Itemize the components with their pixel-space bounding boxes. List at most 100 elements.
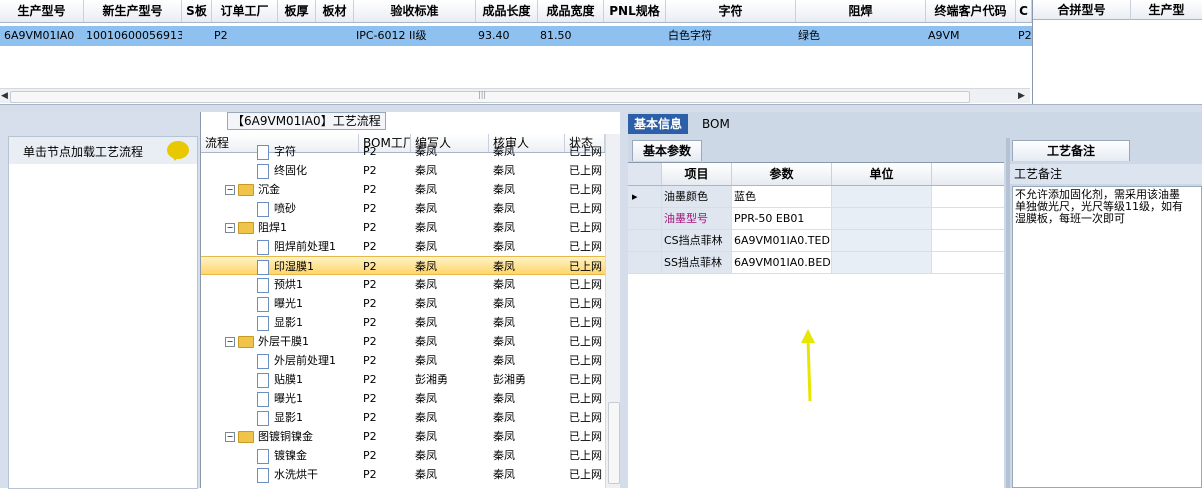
- tree-cell-reviewer[interactable]: 彭湘勇: [493, 370, 565, 389]
- tree-cell-writer[interactable]: 秦凤: [415, 332, 489, 351]
- param-unit[interactable]: [832, 208, 932, 229]
- param-item[interactable]: SS挡点菲林: [662, 252, 732, 273]
- vertical-scrollbar[interactable]: [605, 134, 621, 488]
- col-header[interactable]: 生产型号: [0, 0, 84, 22]
- tree-node-label-cell[interactable]: 贴膜1: [257, 370, 359, 389]
- tree-cell-writer[interactable]: 秦凤: [415, 199, 489, 218]
- tree-node-label-cell[interactable]: 曝光1: [257, 389, 359, 408]
- tree-cell-writer[interactable]: 秦凤: [415, 180, 489, 199]
- param-unit[interactable]: [832, 230, 932, 251]
- tree-node-group[interactable]: − 外层干膜1 P2 秦凤 秦凤 已上网: [201, 332, 605, 351]
- col-header[interactable]: PNL规格: [604, 0, 666, 22]
- tree-cell-reviewer[interactable]: 秦凤: [493, 237, 565, 256]
- param-value[interactable]: 蓝色: [732, 186, 832, 207]
- tree-cell-writer[interactable]: 秦凤: [415, 237, 489, 256]
- tree-node[interactable]: 贴膜1 P2 彭湘勇 彭湘勇 已上网: [201, 370, 605, 389]
- col-header[interactable]: 项目: [662, 163, 732, 185]
- cell[interactable]: [318, 26, 354, 46]
- tree-cell-status[interactable]: 已上网: [569, 465, 605, 484]
- row-header[interactable]: [628, 252, 662, 273]
- tree-node-label-cell[interactable]: − 沉金: [225, 180, 359, 199]
- tree-cell-factory[interactable]: P2: [363, 465, 411, 484]
- tree-node[interactable]: 外层前处理1 P2 秦凤 秦凤 已上网: [201, 351, 605, 370]
- row-header[interactable]: [628, 230, 662, 251]
- tree-cell-reviewer[interactable]: 秦凤: [493, 389, 565, 408]
- tab-bom[interactable]: BOM: [696, 114, 736, 134]
- tree-cell-writer[interactable]: 秦凤: [415, 427, 489, 446]
- tree-node-label-cell[interactable]: 外层前处理1: [257, 351, 359, 370]
- scrollbar-thumb[interactable]: [10, 91, 970, 103]
- cell[interactable]: P2: [1018, 26, 1032, 46]
- tree-node-label-cell[interactable]: 显影1: [257, 313, 359, 332]
- tree-node-label-cell[interactable]: 预烘1: [257, 275, 359, 294]
- tree-cell-factory[interactable]: P2: [363, 389, 411, 408]
- tree-cell-writer[interactable]: 秦凤: [415, 294, 489, 313]
- param-unit[interactable]: [832, 186, 932, 207]
- tree-cell-reviewer[interactable]: 秦凤: [493, 142, 565, 161]
- tree-node[interactable]: 预烘1 P2 秦凤 秦凤 已上网: [201, 275, 605, 294]
- tree-node-group[interactable]: − 沉金 P2 秦凤 秦凤 已上网: [201, 180, 605, 199]
- tree-cell-factory[interactable]: P2: [363, 294, 411, 313]
- cell[interactable]: A9VM: [928, 26, 1016, 46]
- tree-cell-status[interactable]: 已上网: [569, 408, 605, 427]
- collapse-icon[interactable]: −: [225, 432, 235, 442]
- tree-cell-factory[interactable]: P2: [363, 237, 411, 256]
- col-header[interactable]: 板厚: [278, 0, 316, 22]
- param-item[interactable]: CS挡点菲林: [662, 230, 732, 251]
- tree-node[interactable]: 印湿膜1 P2 秦凤 秦凤 已上网: [201, 256, 605, 275]
- tree-cell-status[interactable]: 已上网: [569, 370, 605, 389]
- tree-cell-status[interactable]: 已上网: [569, 332, 605, 351]
- tree-cell-writer[interactable]: 秦凤: [415, 275, 489, 294]
- tree-cell-status[interactable]: 已上网: [569, 294, 605, 313]
- tree-node-label-cell[interactable]: 显影1: [257, 408, 359, 427]
- tree-node[interactable]: 阻焊前处理1 P2 秦凤 秦凤 已上网: [201, 237, 605, 256]
- tree-cell-reviewer[interactable]: 秦凤: [493, 427, 565, 446]
- tree-node[interactable]: 显影1 P2 秦凤 秦凤 已上网: [201, 408, 605, 427]
- scroll-right-icon[interactable]: ▶: [1018, 89, 1025, 103]
- col-header[interactable]: 单位: [832, 163, 932, 185]
- param-item[interactable]: 油墨型号: [662, 208, 732, 229]
- tree-cell-writer[interactable]: 秦凤: [415, 257, 489, 276]
- tree-cell-status[interactable]: 已上网: [569, 199, 605, 218]
- note-textarea[interactable]: 不允许添加固化剂，需采用该油墨单独做光尺，光尺等级11级，如有湿膜板，每班一次即…: [1012, 186, 1202, 488]
- cell[interactable]: 6A9VM01IA0: [4, 26, 84, 46]
- tree-node[interactable]: 终固化 P2 秦凤 秦凤 已上网: [201, 161, 605, 180]
- col-header[interactable]: 字符: [666, 0, 796, 22]
- tree-node-group[interactable]: − 阻焊1 P2 秦凤 秦凤 已上网: [201, 218, 605, 237]
- col-header[interactable]: C: [1016, 0, 1032, 22]
- tree-cell-reviewer[interactable]: 秦凤: [493, 408, 565, 427]
- tree-node-label-cell[interactable]: 印湿膜1: [257, 257, 359, 276]
- tree-cell-status[interactable]: 已上网: [569, 427, 605, 446]
- col-header[interactable]: 成品宽度: [538, 0, 604, 22]
- tree-cell-status[interactable]: 已上网: [569, 351, 605, 370]
- row-header[interactable]: [628, 208, 662, 229]
- tree-cell-reviewer[interactable]: 秦凤: [493, 257, 565, 276]
- col-header[interactable]: 终端客户代码: [926, 0, 1016, 22]
- col-header[interactable]: 成品长度: [476, 0, 538, 22]
- tree-cell-status[interactable]: 已上网: [569, 313, 605, 332]
- tree-cell-factory[interactable]: P2: [363, 351, 411, 370]
- param-unit[interactable]: [832, 252, 932, 273]
- tree-node-label-cell[interactable]: − 图镀铜镍金: [225, 427, 359, 446]
- tree-node-label-cell[interactable]: 曝光1: [257, 294, 359, 313]
- tree-cell-reviewer[interactable]: 秦凤: [493, 199, 565, 218]
- tree-cell-factory[interactable]: P2: [363, 161, 411, 180]
- tree-cell-status[interactable]: 已上网: [569, 446, 605, 465]
- tree-cell-reviewer[interactable]: 秦凤: [493, 180, 565, 199]
- tree-cell-reviewer[interactable]: 秦凤: [493, 446, 565, 465]
- row-header[interactable]: ▸: [628, 186, 662, 207]
- tree-cell-factory[interactable]: P2: [363, 332, 411, 351]
- tree-cell-reviewer[interactable]: 秦凤: [493, 218, 565, 237]
- tree-cell-writer[interactable]: 秦凤: [415, 408, 489, 427]
- tree-cell-factory[interactable]: P2: [363, 370, 411, 389]
- tree-node-label-cell[interactable]: − 阻焊1: [225, 218, 359, 237]
- tree-node[interactable]: 喷砂 P2 秦凤 秦凤 已上网: [201, 199, 605, 218]
- collapse-icon[interactable]: −: [225, 185, 235, 195]
- vertical-splitter[interactable]: [620, 112, 628, 488]
- tree-node-label-cell[interactable]: 终固化: [257, 161, 359, 180]
- tree-cell-factory[interactable]: P2: [363, 446, 411, 465]
- param-value[interactable]: 6A9VM01IA0.BEDH: [732, 252, 832, 273]
- param-row[interactable]: SS挡点菲林 6A9VM01IA0.BEDH: [628, 252, 1004, 274]
- tree-cell-writer[interactable]: 秦凤: [415, 313, 489, 332]
- tree-cell-reviewer[interactable]: 秦凤: [493, 275, 565, 294]
